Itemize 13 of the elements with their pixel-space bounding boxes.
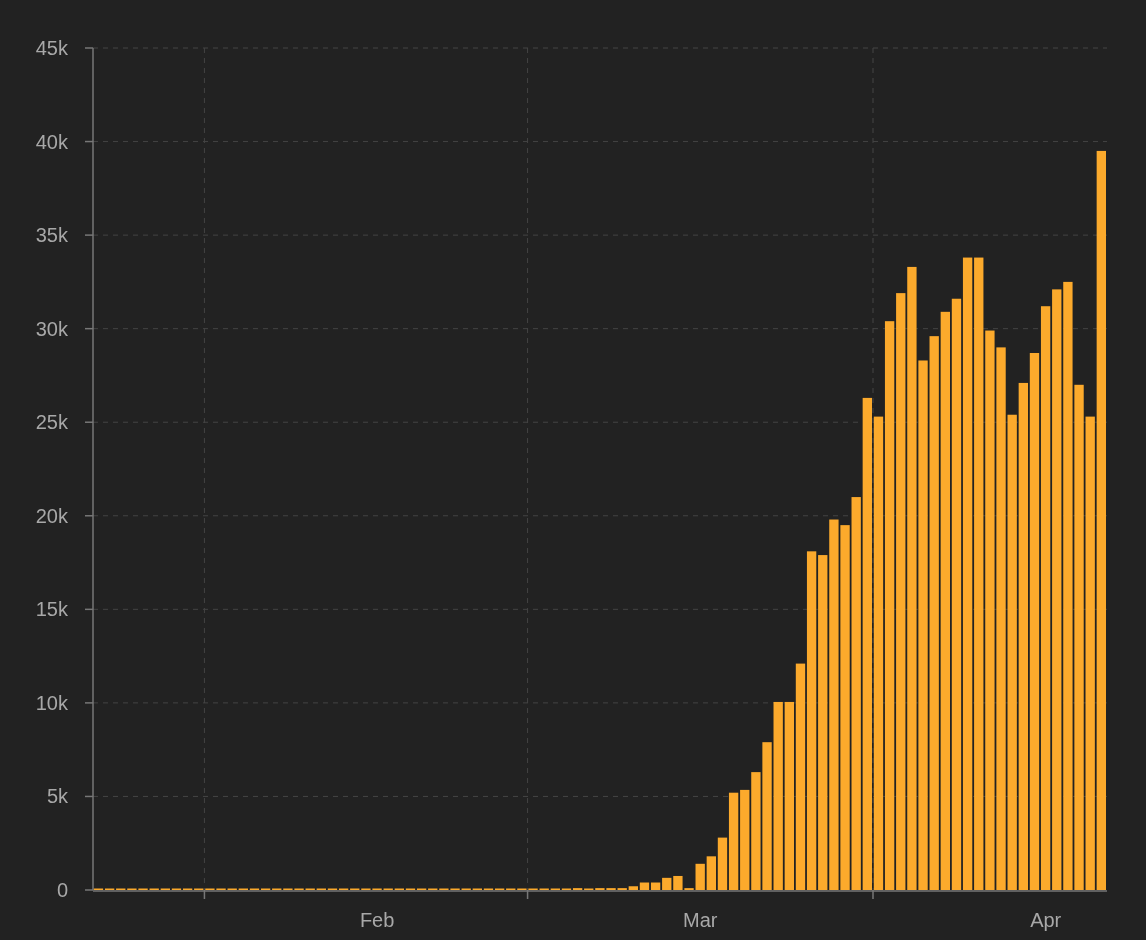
axis-label: 20k <box>35 504 68 527</box>
axis-label: 15k <box>35 598 68 621</box>
axis-label: 25k <box>35 411 68 434</box>
axis-label: Apr <box>1030 909 1062 931</box>
axis-label: 45k <box>35 37 68 59</box>
axis-label: 10k <box>35 691 68 714</box>
axis-label: 0 <box>56 879 68 901</box>
axis-label: Feb <box>359 909 395 931</box>
axis-label: 30k <box>35 317 68 340</box>
axis-label: 35k <box>35 224 68 247</box>
axis-label: 40k <box>35 130 68 153</box>
axis-label: Mar <box>683 909 718 931</box>
axis-label: 5k <box>46 785 68 808</box>
